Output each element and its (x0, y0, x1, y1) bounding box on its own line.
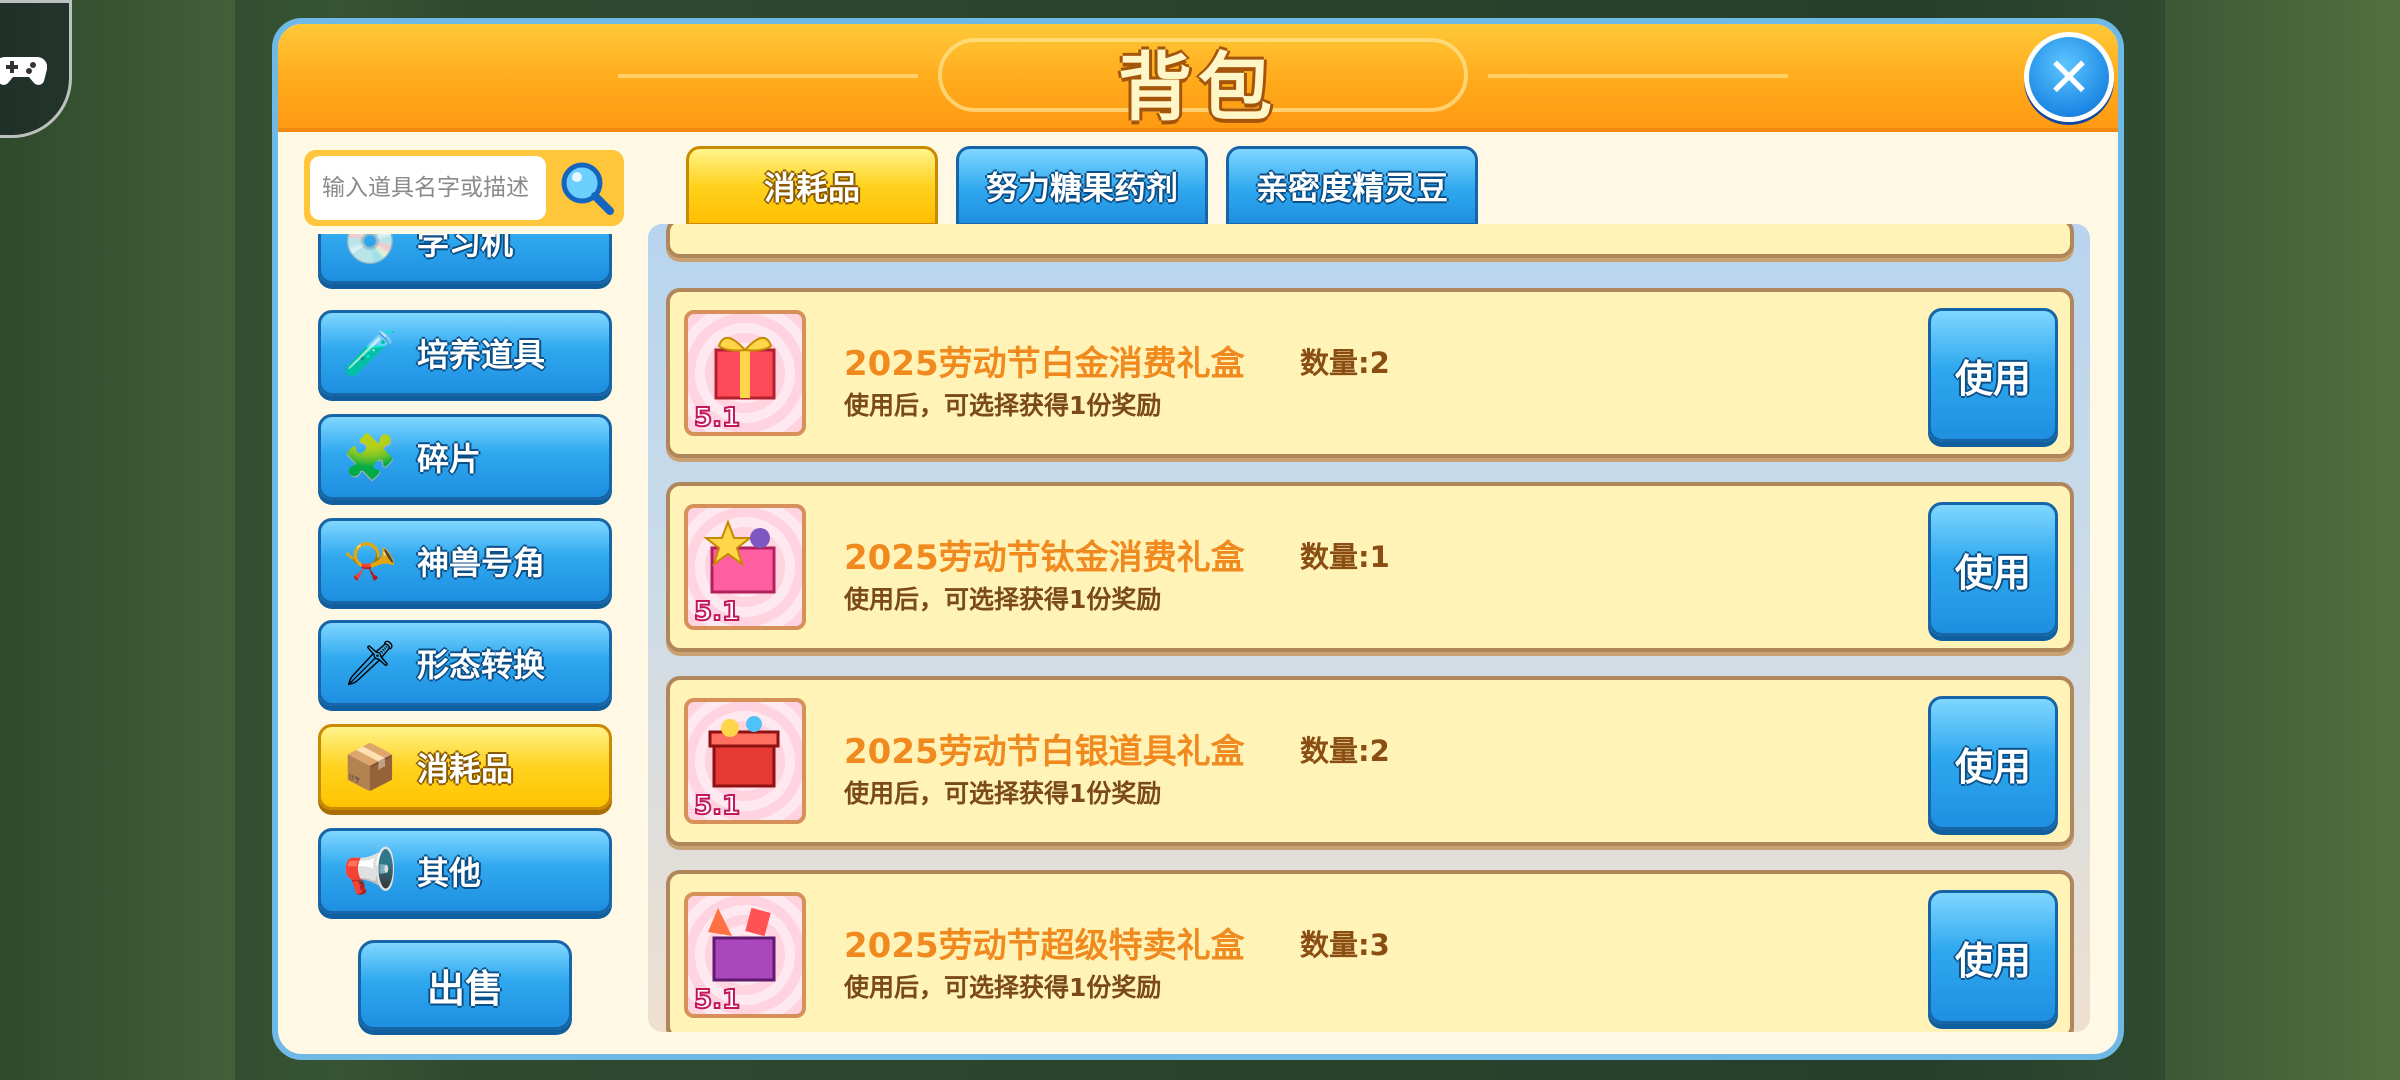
item-name: 2025劳动节超级特卖礼盒 (844, 926, 1245, 966)
use-button[interactable]: 使用 (1928, 696, 2058, 830)
item-quantity: 数量:2 (1300, 734, 1390, 768)
item-badge: 5.1 (694, 403, 740, 432)
category-label: 其他 (417, 854, 482, 892)
item-name: 2025劳动节白金消费礼盒 (844, 344, 1245, 384)
item-badge: 5.1 (694, 985, 740, 1014)
tab-consumables[interactable]: 消耗品 (686, 146, 938, 226)
gift-box-icon: 5.1 (684, 504, 806, 630)
gift-box-icon: 5.1 (684, 698, 806, 824)
item-quantity: 数量:3 (1300, 928, 1390, 962)
category-learning-machine[interactable]: 💿 学习机 (318, 234, 612, 284)
search-icon (561, 162, 614, 215)
use-button[interactable]: 使用 (1928, 308, 2058, 442)
search-input[interactable] (310, 156, 546, 220)
category-form-change[interactable]: 🗡 形态转换 (318, 620, 612, 706)
use-button[interactable]: 使用 (1928, 502, 2058, 636)
category-other[interactable]: 📢 其他 (318, 828, 612, 914)
megaphone-icon: 📢 (342, 846, 398, 897)
category-label: 碎片 (417, 440, 482, 478)
item-description: 使用后，可选择获得1份奖励 (844, 779, 1162, 808)
list-item: 5.1 2025劳动节白金消费礼盒 数量:2 使用后，可选择获得1份奖励 使用 (666, 288, 2074, 458)
disc-icon: 💿 (342, 234, 398, 267)
category-list: 💿 学习机 🧪 培养道具 🧩 碎片 📯 神兽号角 🗡 形态转换 📦 消耗品 📢 … (318, 234, 618, 924)
item-description: 使用后，可选择获得1份奖励 (844, 585, 1162, 614)
puzzle-icon: 🧩 (342, 432, 398, 483)
item-description: 使用后，可选择获得1份奖励 (844, 391, 1162, 420)
close-button[interactable]: ✕ (2024, 32, 2114, 122)
backpack-panel: 背包 ✕ 💿 学习机 🧪 培养道具 🧩 碎片 📯 神兽号角 (272, 18, 2124, 1060)
category-label: 学习机 (417, 234, 514, 262)
category-training-items[interactable]: 🧪 培养道具 (318, 310, 612, 396)
item-name: 2025劳动节白银道具礼盒 (844, 732, 1245, 772)
item-badge: 5.1 (694, 597, 740, 626)
category-fragments[interactable]: 🧩 碎片 (318, 414, 612, 500)
sell-button[interactable]: 出售 (358, 940, 572, 1030)
category-beast-horn[interactable]: 📯 神兽号角 (318, 518, 612, 604)
item-quantity: 数量:1 (1300, 540, 1390, 574)
item-description: 使用后，可选择获得1份奖励 (844, 973, 1162, 1002)
search-button[interactable] (556, 156, 618, 220)
gift-box-icon: 5.1 (684, 310, 806, 436)
box-icon: 📦 (342, 742, 398, 793)
header-bar: 背包 (278, 24, 2118, 132)
item-name: 2025劳动节钛金消费礼盒 (844, 538, 1245, 578)
item-quantity: 数量:2 (1300, 346, 1390, 380)
use-button[interactable]: 使用 (1928, 890, 2058, 1024)
category-label: 神兽号角 (417, 544, 546, 582)
category-consumables[interactable]: 📦 消耗品 (318, 724, 612, 810)
search-box (304, 150, 624, 226)
tab-effort-candy[interactable]: 努力糖果药剂 (956, 146, 1208, 226)
list-item (666, 224, 2074, 258)
category-label: 形态转换 (417, 646, 546, 684)
item-badge: 5.1 (694, 791, 740, 820)
category-label: 培养道具 (417, 336, 546, 374)
item-list: 5.1 2025劳动节白金消费礼盒 数量:2 使用后，可选择获得1份奖励 使用 … (648, 224, 2090, 1032)
gift-box-icon: 5.1 (684, 892, 806, 1018)
close-icon: ✕ (2046, 45, 2092, 109)
tab-intimacy-beans[interactable]: 亲密度精灵豆 (1226, 146, 1478, 226)
list-item: 5.1 2025劳动节钛金消费礼盒 数量:1 使用后，可选择获得1份奖励 使用 (666, 482, 2074, 652)
potion-icon: 🧪 (342, 328, 398, 379)
horn-icon: 📯 (342, 536, 398, 587)
shard-icon: 🗡 (342, 638, 398, 689)
category-label: 消耗品 (417, 750, 514, 788)
list-item: 5.1 2025劳动节白银道具礼盒 数量:2 使用后，可选择获得1份奖励 使用 (666, 676, 2074, 846)
list-item: 5.1 2025劳动节超级特卖礼盒 数量:3 使用后，可选择获得1份奖励 使用 (666, 870, 2074, 1032)
gamepad-icon[interactable] (0, 0, 72, 138)
page-title: 背包 (1118, 45, 1278, 131)
